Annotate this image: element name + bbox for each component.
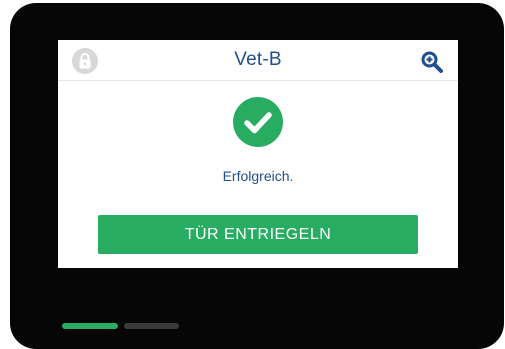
zoom-in-icon: [421, 51, 443, 73]
page-indicator-inactive[interactable]: [124, 323, 179, 329]
status-message: Erfolgreich.: [222, 168, 294, 184]
header-bar: Vet-B: [58, 40, 458, 81]
unlock-door-button[interactable]: TÜR ENTRIEGELN: [98, 215, 418, 254]
page-title: Vet-B: [234, 49, 282, 70]
zoom-button[interactable]: [419, 49, 445, 75]
success-check-icon: [233, 97, 283, 147]
touch-screen: Vet-B Erfolgreich. TÜR ENTRIEGELN: [58, 40, 458, 268]
page-indicator-active[interactable]: [62, 323, 118, 329]
